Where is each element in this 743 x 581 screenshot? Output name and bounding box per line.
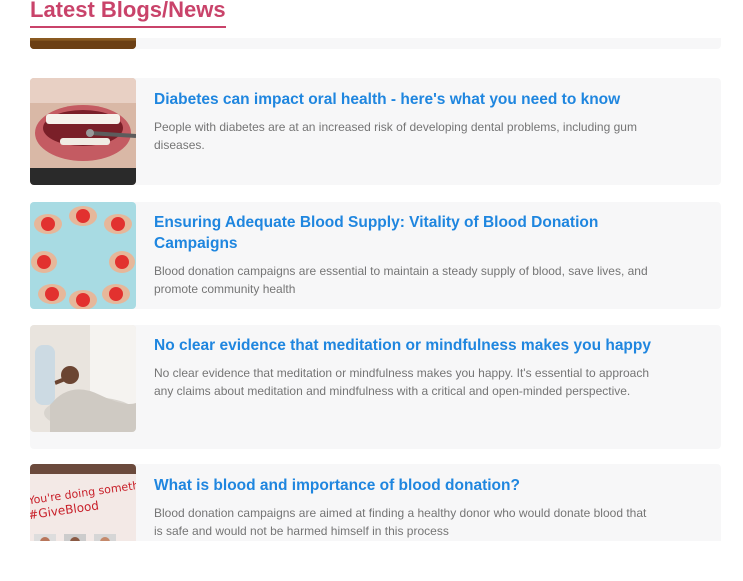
blog-title[interactable]: No clear evidence that meditation or min…: [154, 335, 654, 356]
blog-thumbnail[interactable]: [30, 78, 136, 185]
section-title: Latest Blogs/News: [30, 0, 226, 28]
blog-thumbnail[interactable]: [30, 325, 136, 432]
blog-card-partial[interactable]: [30, 38, 721, 49]
blog-title[interactable]: Ensuring Adequate Blood Supply: Vitality…: [154, 212, 654, 254]
blog-list[interactable]: Diabetes can impact oral health - here's…: [30, 38, 721, 541]
give-blood-banner-image: You're doing something #GiveBlood: [30, 464, 136, 541]
blog-card[interactable]: Ensuring Adequate Blood Supply: Vitality…: [30, 202, 721, 309]
blog-card[interactable]: You're doing something #GiveBlood What i…: [30, 464, 721, 541]
blog-card[interactable]: No clear evidence that meditation or min…: [30, 325, 721, 449]
blog-excerpt: People with diabetes are at an increased…: [154, 120, 637, 152]
blog-title[interactable]: What is blood and importance of blood do…: [154, 475, 654, 496]
food-image: [30, 38, 136, 49]
blog-thumbnail[interactable]: You're doing something #GiveBlood: [30, 464, 136, 541]
blog-thumbnail[interactable]: [30, 202, 136, 309]
meditation-pose-image: [30, 325, 136, 432]
dental-checkup-image: [30, 78, 136, 185]
blog-excerpt: Blood donation campaigns are essential t…: [154, 264, 648, 296]
blog-card[interactable]: Diabetes can impact oral health - here's…: [30, 78, 721, 185]
blog-thumbnail[interactable]: [30, 38, 136, 49]
blog-title[interactable]: Diabetes can impact oral health - here's…: [154, 89, 654, 110]
hands-holding-hearts-image: [30, 202, 136, 309]
blog-excerpt: No clear evidence that meditation or min…: [154, 366, 650, 398]
blog-excerpt: Blood donation campaigns are aimed at fi…: [154, 506, 647, 538]
